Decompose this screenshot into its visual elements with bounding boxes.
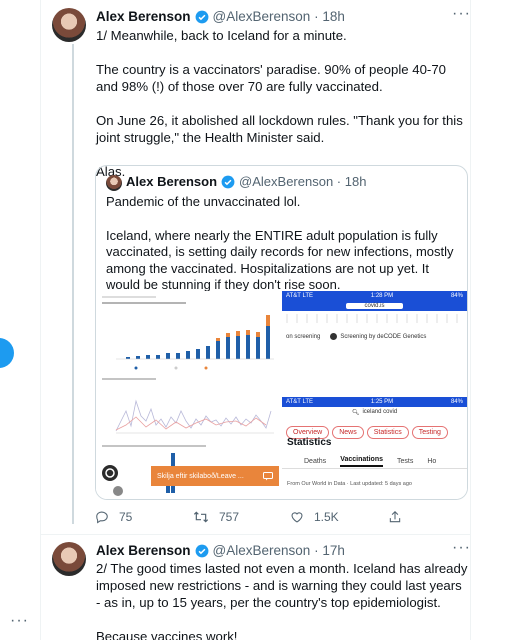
search-bar: 🔍︎ iceland covid — [282, 407, 467, 417]
tweet-paragraph: The country is a vaccinators' paradise. … — [96, 62, 446, 94]
avatar[interactable] — [52, 8, 86, 42]
quote-author-name: Alex Berenson — [126, 174, 218, 189]
url-bar: covid.is — [346, 303, 403, 309]
avatar[interactable] — [52, 542, 86, 576]
tab-ho: Ho — [427, 458, 437, 465]
like-count: 1.5K — [314, 510, 339, 524]
legend-dot-icon — [330, 333, 338, 340]
quote-paragraph: Iceland, where nearly the ENTIRE adult p… — [106, 227, 454, 293]
clock-label: 1:28 PM — [370, 293, 394, 299]
stats-heading: Statistics — [287, 437, 332, 448]
toast-label: Skilja eftir skilaboð/Leave ... — [157, 472, 244, 480]
date-axis — [286, 314, 458, 323]
legend-label: Screening by deCODE Genetics — [340, 333, 427, 340]
more-icon[interactable]: ··· — [452, 5, 471, 23]
media-image-covid-is[interactable]: AT&T LTE 1:28 PM 84% covid.is on screeni… — [282, 291, 467, 394]
retweet-count: 757 — [219, 510, 240, 524]
carrier-label: AT&T LTE — [286, 399, 314, 405]
feedback-toast[interactable]: Skilja eftir skilaboð/Leave ... — [151, 466, 279, 486]
clock-label: 1:25 PM — [370, 399, 394, 405]
quoted-tweet[interactable]: Alex Berenson @AlexBerenson · 18h Pandem… — [95, 165, 468, 500]
message-icon — [263, 471, 273, 480]
quote-header: Alex Berenson @AlexBerenson · 18h — [126, 174, 367, 189]
battery-label: 84% — [450, 293, 463, 299]
tweet-paragraph: Because vaccines work! — [96, 629, 238, 640]
author-handle[interactable]: @AlexBerenson — [213, 9, 311, 24]
phone-status-bar: AT&T LTE 1:25 PM 84% — [282, 397, 467, 407]
quote-paragraph: Pandemic of the unvaccinated lol. — [106, 194, 301, 209]
retweet-icon — [193, 511, 209, 523]
author-handle[interactable]: @AlexBerenson — [213, 543, 311, 558]
chip-statistics: Statistics — [366, 426, 409, 439]
tab-vaccinations: Vaccinations — [340, 456, 383, 467]
search-icon: 🔍︎ — [351, 409, 360, 416]
legend-label: on screening — [286, 333, 321, 340]
quote-author-handle: @AlexBerenson — [239, 174, 334, 189]
carrier-label: AT&T LTE — [286, 293, 314, 299]
heart-icon — [291, 512, 303, 523]
divider — [40, 534, 471, 535]
author-name[interactable]: Alex Berenson — [96, 9, 191, 24]
left-nav-blue-tab[interactable] — [0, 338, 14, 368]
timestamp[interactable]: 18h — [322, 9, 345, 24]
battery-label: 84% — [450, 399, 463, 405]
search-query: iceland covid — [362, 409, 398, 415]
tweet-paragraph: 1/ Meanwhile, back to Iceland for a minu… — [96, 28, 347, 43]
tweet-paragraph: 2/ The good times lasted not even a mont… — [96, 561, 468, 610]
stats-source: From Our World in Data · Last updated: 5… — [287, 481, 412, 487]
thread-line — [72, 44, 74, 524]
chip-testing: Testing — [411, 426, 448, 439]
tweet-paragraph: On June 26, it abolished all lockdown ru… — [96, 113, 463, 145]
chip-news: News — [332, 426, 364, 439]
stats-tabs: Deaths Vaccinations Tests Ho — [282, 455, 467, 469]
tweet-text: 2/ The good times lasted not even a mont… — [96, 560, 468, 640]
verified-badge-icon — [195, 10, 208, 23]
retweet-button[interactable]: 757 — [193, 510, 290, 524]
quote-avatar — [106, 175, 122, 191]
reply-count: 75 — [119, 510, 133, 524]
quote-timestamp: 18h — [344, 174, 367, 189]
tab-tests: Tests — [396, 458, 414, 465]
share-button[interactable] — [388, 510, 412, 524]
share-icon — [389, 511, 401, 523]
timestamp[interactable]: 17h — [322, 543, 345, 558]
phone-status-bar: AT&T LTE 1:28 PM 84% — [282, 291, 467, 301]
verified-badge-icon — [221, 175, 235, 188]
tweet-header: Alex Berenson @AlexBerenson · 17h — [96, 543, 345, 558]
media-image-google-stats[interactable]: AT&T LTE 1:25 PM 84% 🔍︎ iceland covid Ov… — [282, 397, 467, 499]
tab-deaths: Deaths — [304, 458, 327, 465]
verified-badge-icon — [195, 544, 208, 557]
result-chips: Overview News Statistics Testing — [282, 417, 467, 439]
like-button[interactable]: 1.5K — [290, 510, 388, 524]
more-icon[interactable]: ··· — [452, 539, 471, 557]
tweet-header: Alex Berenson @AlexBerenson · 18h — [96, 9, 345, 24]
reply-button[interactable]: 75 — [95, 510, 193, 524]
more-options-icon[interactable]: ··· — [10, 612, 29, 630]
author-name[interactable]: Alex Berenson — [96, 543, 191, 558]
quote-media[interactable]: Skilja eftir skilaboð/Leave ... AT&T LTE… — [96, 291, 467, 499]
tweet-actions: 75 757 1.5K — [95, 510, 425, 524]
reply-icon — [96, 511, 108, 524]
media-image-charts[interactable]: Skilja eftir skilaboð/Leave ... — [96, 291, 279, 499]
